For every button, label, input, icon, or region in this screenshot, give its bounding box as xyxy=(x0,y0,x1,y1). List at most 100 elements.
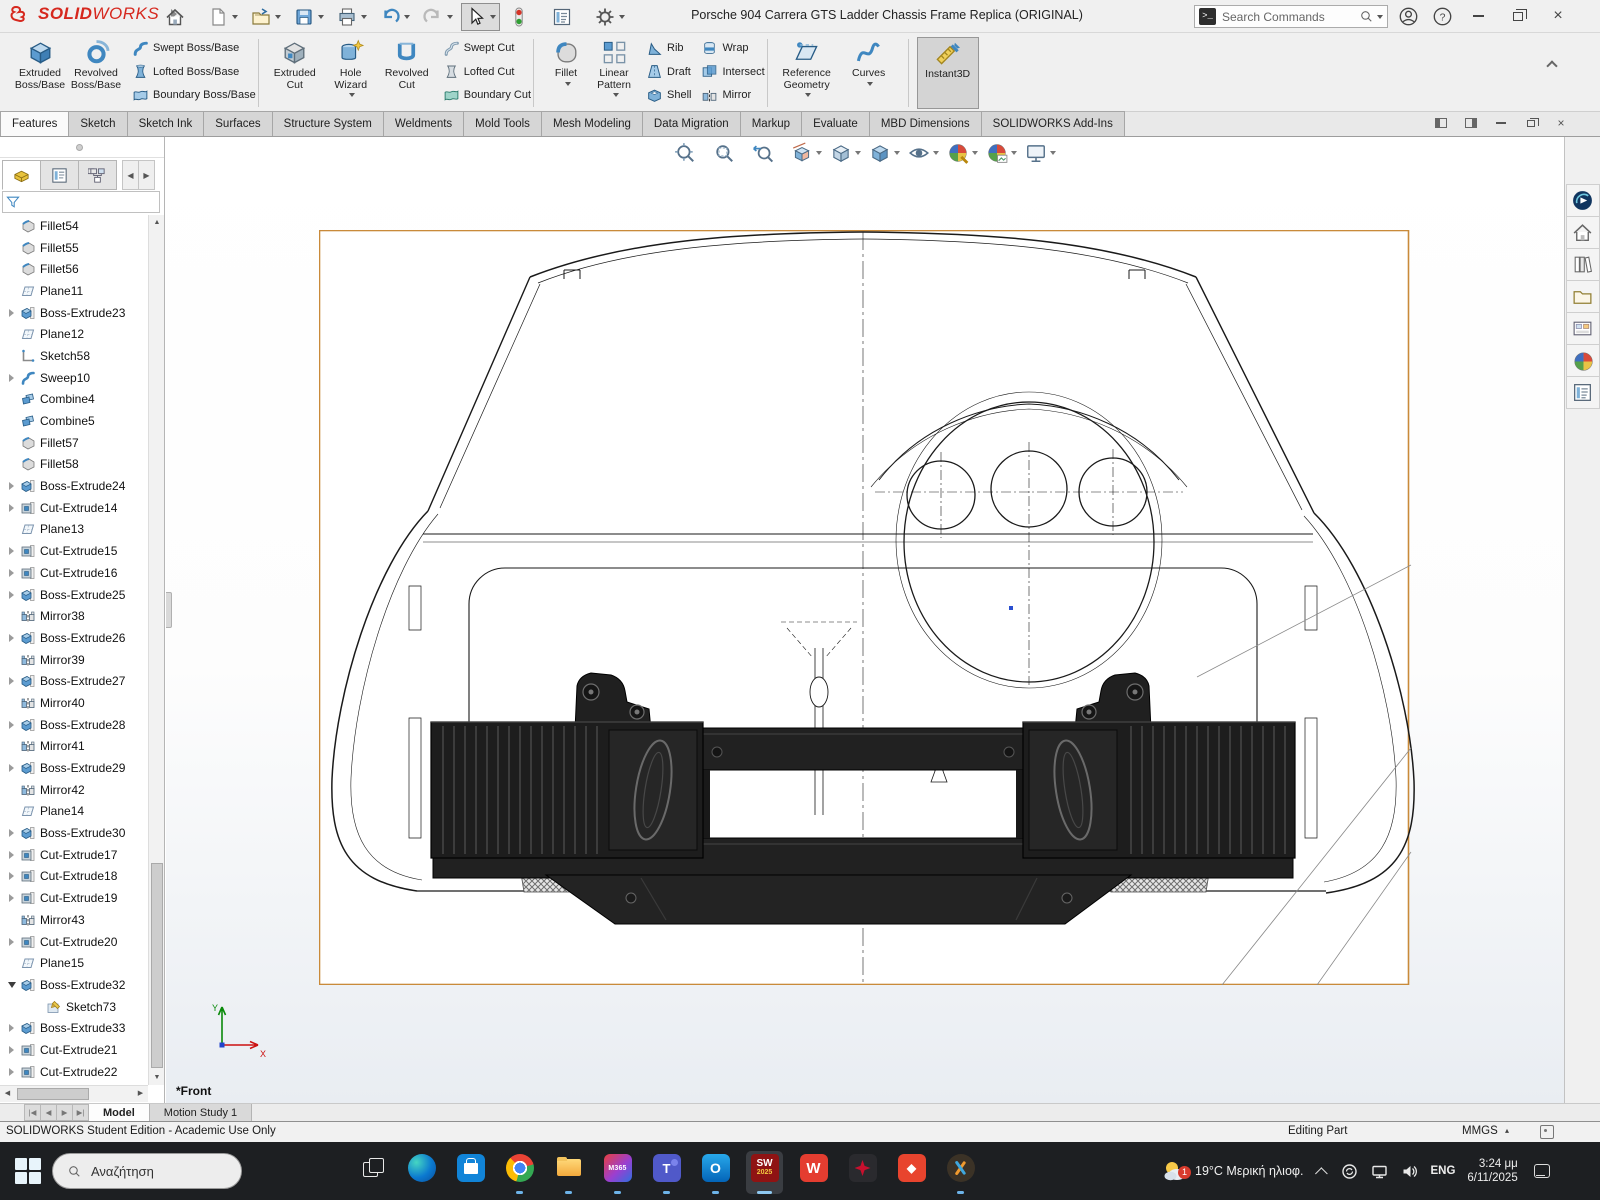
sheet-nav-button[interactable]: ▶| xyxy=(72,1104,89,1121)
tree-item[interactable]: Cut-Extrude22 xyxy=(0,1061,148,1083)
tag-icon[interactable] xyxy=(1540,1125,1554,1139)
home-button[interactable] xyxy=(160,3,199,31)
chrome-icon[interactable] xyxy=(495,1150,544,1196)
tree-item[interactable]: Boss-Extrude32 xyxy=(0,974,148,996)
tree-item[interactable]: Combine5 xyxy=(0,410,148,432)
tree-item[interactable]: Fillet56 xyxy=(0,258,148,280)
tree-item[interactable]: Boss-Extrude27 xyxy=(0,670,148,692)
linear-pattern-button[interactable]: Linear Pattern xyxy=(590,37,638,97)
wps-office-icon[interactable]: W xyxy=(789,1150,838,1196)
tree-item[interactable]: Boss-Extrude23 xyxy=(0,302,148,324)
select-cursor-button[interactable] xyxy=(461,2,500,31)
tree-item[interactable]: Plane14 xyxy=(0,801,148,823)
expand-caret-icon[interactable] xyxy=(33,1001,44,1012)
boundary-cut-button[interactable]: Boundary Cut xyxy=(443,85,531,105)
tree-item[interactable]: Fillet57 xyxy=(0,432,148,454)
view-palette-tab[interactable] xyxy=(1565,312,1600,345)
help-button[interactable]: ? xyxy=(1432,6,1453,27)
sheet-nav-button[interactable]: ◀ xyxy=(40,1104,57,1121)
pane-left-icon[interactable] xyxy=(1430,114,1452,132)
expand-caret-icon[interactable] xyxy=(7,589,18,600)
graphics-viewport[interactable]: Y X *Front xyxy=(166,137,1564,1103)
tree-item[interactable]: Cut-Extrude17 xyxy=(0,844,148,866)
search-icon[interactable] xyxy=(1359,9,1374,24)
expand-caret-icon[interactable] xyxy=(7,307,18,318)
reference-geometry-button[interactable]: Reference Geometry xyxy=(776,37,838,97)
tree-item[interactable]: Plane15 xyxy=(0,952,148,974)
swept-cut-button[interactable]: Swept Cut xyxy=(443,38,531,58)
tree-item[interactable]: Boss-Extrude24 xyxy=(0,475,148,497)
instant3d-button[interactable]: Instant3D xyxy=(916,37,979,109)
threedexperience-tab[interactable] xyxy=(1565,184,1600,217)
zoom-to-area-icon[interactable] xyxy=(710,140,747,166)
snipping-tool-icon[interactable] xyxy=(936,1150,985,1196)
expand-caret-icon[interactable] xyxy=(7,914,18,925)
expand-caret-icon[interactable] xyxy=(7,632,18,643)
tree-item[interactable]: Mirror40 xyxy=(0,692,148,714)
appearances-scenes-tab[interactable] xyxy=(1565,344,1600,377)
expand-caret-icon[interactable] xyxy=(7,784,18,795)
view-orientation-icon[interactable] xyxy=(827,140,864,166)
curves-button[interactable]: Curves xyxy=(838,37,900,86)
doc-close-icon[interactable]: × xyxy=(1550,114,1572,132)
expand-caret-icon[interactable] xyxy=(7,242,18,253)
fillet-button[interactable]: Fillet xyxy=(542,37,590,86)
tab-mold-tools[interactable]: Mold Tools xyxy=(463,111,542,136)
tree-item[interactable]: Cut-Extrude15 xyxy=(0,540,148,562)
diamond-app-icon[interactable]: ◆ xyxy=(887,1150,936,1196)
manager-tabs-next-icon[interactable]: ▶ xyxy=(138,160,155,190)
clock[interactable]: 3:24 μμ 6/11/2025 xyxy=(1467,1157,1517,1185)
teams-icon[interactable]: T xyxy=(642,1150,691,1196)
open-document-button[interactable] xyxy=(246,3,285,31)
tree-item[interactable]: Fillet55 xyxy=(0,237,148,259)
new-document-button[interactable] xyxy=(203,3,242,31)
manager-tabs-prev-icon[interactable]: ◀ xyxy=(122,160,139,190)
sheet-nav-button[interactable]: ▶ xyxy=(56,1104,73,1121)
tree-item[interactable]: Fillet54 xyxy=(0,215,148,237)
configurationmanager-tab[interactable] xyxy=(78,160,117,190)
expand-caret-icon[interactable] xyxy=(7,958,18,969)
home-tab[interactable] xyxy=(1565,216,1600,249)
motion-study-tab[interactable]: Motion Study 1 xyxy=(149,1104,253,1121)
expand-caret-icon[interactable] xyxy=(7,567,18,578)
expand-caret-icon[interactable] xyxy=(7,524,18,535)
scroll-down-icon[interactable]: ▼ xyxy=(149,1070,165,1085)
scroll-up-icon[interactable]: ▲ xyxy=(149,215,165,230)
pane-right-icon[interactable] xyxy=(1460,114,1482,132)
user-account-button[interactable] xyxy=(1398,6,1419,27)
expand-caret-icon[interactable] xyxy=(7,654,18,665)
featuremanager-tab[interactable] xyxy=(2,160,41,190)
design-library-tab[interactable] xyxy=(1565,248,1600,281)
window-restore-button[interactable] xyxy=(1500,0,1536,32)
tree-item[interactable]: Cut-Extrude18 xyxy=(0,866,148,888)
hole-wizard-button[interactable]: Hole Wizard xyxy=(323,37,379,97)
expand-caret-icon[interactable] xyxy=(7,285,18,296)
tab-weldments[interactable]: Weldments xyxy=(382,111,465,136)
draft-button[interactable]: Draft xyxy=(646,62,691,82)
expand-caret-icon[interactable] xyxy=(7,828,18,839)
sync-tray-icon[interactable] xyxy=(1341,1163,1358,1180)
revolved-cut-button[interactable]: Revolved Cut xyxy=(379,37,435,97)
units-selector[interactable]: MMGS xyxy=(1462,1125,1498,1137)
lofted-cut-button[interactable]: Lofted Cut xyxy=(443,62,531,82)
tree-item[interactable]: Cut-Extrude16 xyxy=(0,562,148,584)
scrollbar-thumb[interactable] xyxy=(151,863,163,1068)
scroll-left-icon[interactable]: ◀ xyxy=(0,1086,15,1102)
undo-button[interactable] xyxy=(375,3,414,31)
tab-data-migration[interactable]: Data Migration xyxy=(641,111,741,136)
expand-caret-icon[interactable] xyxy=(7,806,18,817)
zoom-to-fit-icon[interactable] xyxy=(671,140,708,166)
lofted-boss-base-button[interactable]: Lofted Boss/Base xyxy=(132,62,256,82)
scroll-right-icon[interactable]: ▶ xyxy=(133,1086,148,1102)
expand-caret-icon[interactable] xyxy=(7,264,18,275)
tree-item[interactable]: Mirror43 xyxy=(0,909,148,931)
tab-sketch-ink[interactable]: Sketch Ink xyxy=(126,111,205,136)
expand-caret-icon[interactable] xyxy=(7,936,18,947)
shell-button[interactable]: Shell xyxy=(646,85,691,105)
tab-sketch[interactable]: Sketch xyxy=(68,111,128,136)
volume-tray-icon[interactable] xyxy=(1401,1163,1418,1180)
expand-caret-icon[interactable] xyxy=(7,893,18,904)
expand-caret-icon[interactable] xyxy=(7,546,18,557)
view-settings-icon[interactable] xyxy=(1022,140,1059,166)
tree-filter[interactable] xyxy=(2,191,160,213)
